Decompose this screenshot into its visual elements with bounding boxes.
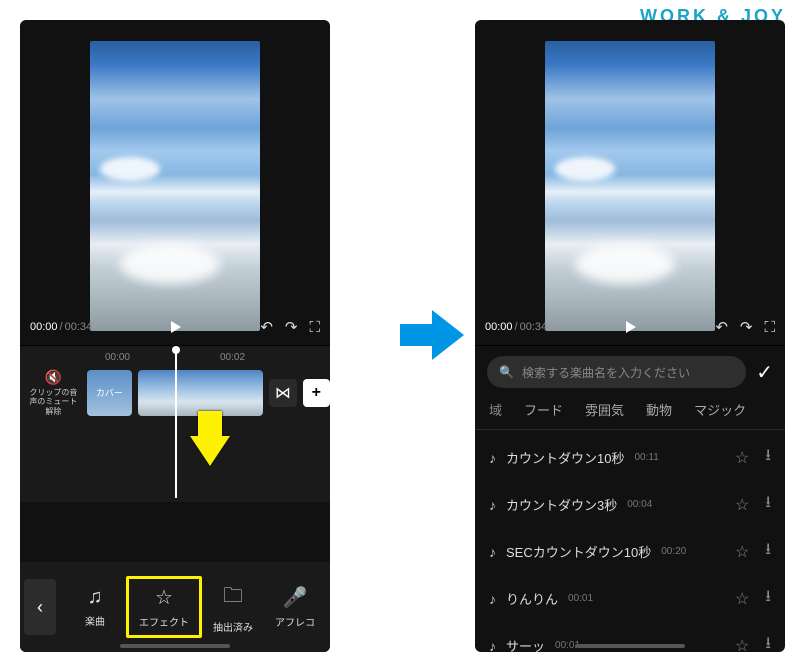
track-name: サーッ (506, 636, 545, 652)
category-tab[interactable]: マジック (694, 400, 746, 419)
search-icon: 🔍 (499, 365, 514, 379)
download-icon[interactable]: ⭳ (765, 585, 771, 612)
confirm-button[interactable]: ✓ (756, 360, 773, 385)
tab-effect-label: エフェクト (139, 614, 189, 629)
tab-afreco-label: アフレコ (275, 614, 315, 629)
play-button[interactable] (547, 319, 715, 335)
track-row[interactable]: ♪ りんりん 00:01 ☆ ⭳ (475, 575, 785, 622)
mute-icon: 🔇 (26, 369, 81, 386)
home-indicator[interactable] (575, 644, 685, 648)
transition-button[interactable]: ⋈ (269, 379, 296, 407)
track-name: カウントダウン10秒 (506, 448, 624, 467)
phone-screenshot-right: 00:00 / 00:34 ↶ ↷ ⛶ 🔍 検索する楽曲名を入力ください ✓ 域… (475, 20, 785, 652)
favorite-icon[interactable]: ☆ (735, 448, 749, 468)
track-row[interactable]: ♪ カウントダウン3秒 00:04 ☆ ⭳ (475, 481, 785, 528)
home-indicator[interactable] (120, 644, 230, 648)
time-total: 00:34 (520, 321, 548, 333)
video-frame[interactable] (90, 41, 260, 331)
tab-effect[interactable]: ☆ エフェクト (126, 576, 202, 638)
track-name: SECカウントダウン10秒 (506, 542, 651, 561)
bottom-tabs: ‹ ♫ 楽曲 ☆ エフェクト 🗀 抽出済み 🎤 アフレコ (20, 562, 330, 652)
undo-icon[interactable]: ↶ (715, 318, 728, 336)
track-name: カウントダウン3秒 (506, 495, 617, 514)
download-icon[interactable]: ⭳ (765, 444, 771, 471)
sound-panel: 🔍 検索する楽曲名を入力ください ✓ 域 フード 雰囲気 動物 マジック ♪ カ… (475, 346, 785, 652)
mute-toggle[interactable]: 🔇 クリップの音声のミュート解除 (26, 369, 81, 417)
cover-thumbnail[interactable]: カバー (87, 370, 132, 416)
player-bar: 00:00 / 00:34 ↶ ↷ ⛶ (475, 309, 785, 345)
phone-screenshot-left: 00:00 / 00:34 ↶ ↷ ⛶ 00:00 00:02 🔇 クリップの音… (20, 20, 330, 652)
track-duration: 00:20 (661, 546, 686, 557)
favorite-icon[interactable]: ☆ (735, 636, 749, 653)
download-icon[interactable]: ⭳ (765, 538, 771, 565)
video-preview: 00:00 / 00:34 ↶ ↷ ⛶ (20, 20, 330, 345)
category-tab[interactable]: フード (524, 400, 563, 419)
music-note-icon: ♪ (489, 497, 496, 513)
fullscreen-icon[interactable]: ⛶ (764, 319, 775, 336)
video-frame[interactable] (545, 41, 715, 331)
mic-icon: 🎤 (283, 585, 308, 610)
time-current: 00:00 (30, 321, 58, 333)
search-placeholder: 検索する楽曲名を入力ください (522, 364, 690, 381)
favorite-icon[interactable]: ☆ (735, 542, 749, 562)
music-note-icon: ♪ (489, 544, 496, 560)
music-note-icon: ♪ (489, 591, 496, 607)
time-current: 00:00 (485, 321, 513, 333)
tab-music-label: 楽曲 (85, 613, 105, 628)
track-duration: 00:04 (627, 499, 652, 510)
favorite-icon[interactable]: ☆ (735, 589, 749, 609)
search-input[interactable]: 🔍 検索する楽曲名を入力ください (487, 356, 746, 388)
star-icon: ☆ (155, 585, 173, 610)
annotation-arrow (190, 436, 230, 466)
playhead[interactable] (175, 348, 177, 498)
tab-afreco[interactable]: 🎤 アフレコ (264, 585, 326, 629)
music-note-icon: ♪ (489, 450, 496, 466)
download-icon[interactable]: ⭳ (765, 632, 771, 652)
category-tabs: 域 フード 雰囲気 動物 マジック (475, 396, 785, 430)
track-duration: 00:01 (568, 593, 593, 604)
time-total: 00:34 (65, 321, 93, 333)
flow-arrow (400, 310, 460, 360)
undo-icon[interactable]: ↶ (260, 318, 273, 336)
time-separator: / (513, 321, 520, 333)
category-tab[interactable]: 域 (489, 400, 502, 419)
player-bar: 00:00 / 00:34 ↶ ↷ ⛶ (20, 309, 330, 345)
track-row[interactable]: ♪ SECカウントダウン10秒 00:20 ☆ ⭳ (475, 528, 785, 575)
play-button[interactable] (92, 319, 260, 335)
cover-label: カバー (96, 386, 123, 399)
track-list[interactable]: ♪ カウントダウン10秒 00:11 ☆ ⭳ ♪ カウントダウン3秒 00:04… (475, 430, 785, 652)
track-row[interactable]: ♪ カウントダウン10秒 00:11 ☆ ⭳ (475, 434, 785, 481)
back-button[interactable]: ‹ (24, 579, 56, 635)
category-tab[interactable]: 雰囲気 (585, 400, 624, 419)
video-preview: 00:00 / 00:34 ↶ ↷ ⛶ (475, 20, 785, 345)
timeline[interactable]: 00:00 00:02 🔇 クリップの音声のミュート解除 カバー ⋈ + (20, 346, 330, 502)
tab-extracted[interactable]: 🗀 抽出済み (202, 581, 264, 634)
music-note-icon: ♫ (88, 586, 103, 609)
mute-label: クリップの音声のミュート解除 (29, 388, 77, 416)
folder-icon: 🗀 (223, 581, 243, 615)
add-clip-button[interactable]: + (303, 379, 330, 407)
redo-icon[interactable]: ↷ (740, 318, 753, 336)
track-name: りんりん (506, 589, 558, 608)
category-tab[interactable]: 動物 (646, 400, 672, 419)
track-duration: 00:11 (634, 452, 658, 463)
tab-music[interactable]: ♫ 楽曲 (64, 586, 126, 628)
time-separator: / (58, 321, 65, 333)
fullscreen-icon[interactable]: ⛶ (309, 319, 320, 336)
download-icon[interactable]: ⭳ (765, 491, 771, 518)
clip-thumbnails[interactable] (138, 370, 263, 416)
redo-icon[interactable]: ↷ (285, 318, 298, 336)
tab-extracted-label: 抽出済み (213, 619, 253, 634)
favorite-icon[interactable]: ☆ (735, 495, 749, 515)
music-note-icon: ♪ (489, 638, 496, 653)
